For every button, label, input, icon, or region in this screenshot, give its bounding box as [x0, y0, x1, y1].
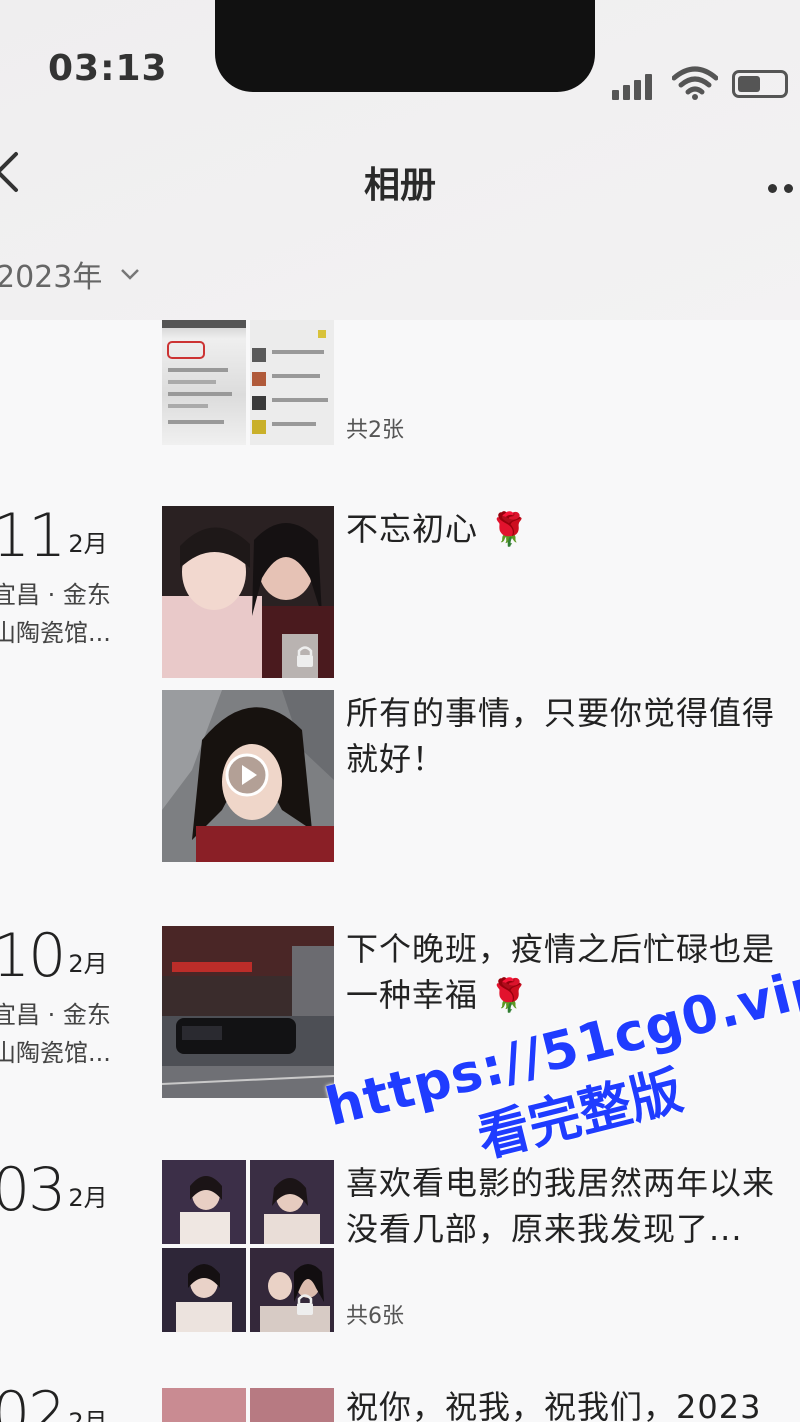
- video-thumbnail[interactable]: [162, 690, 334, 862]
- location-line-1: 宜昌 · 金东: [0, 581, 111, 609]
- post-day: 03: [0, 1155, 66, 1225]
- photo-thumbnail[interactable]: [162, 1248, 246, 1332]
- screenshot-thumbnail[interactable]: [250, 320, 334, 445]
- post-date: 02 2月: [0, 1384, 108, 1422]
- post-month: 2月: [68, 950, 108, 978]
- location-line-1: 宜昌 · 金东: [0, 1001, 111, 1029]
- play-icon[interactable]: [224, 752, 270, 798]
- photo-grid[interactable]: [162, 1388, 334, 1422]
- post-location: 宜昌 · 金东 山陶瓷馆...: [0, 576, 111, 652]
- photo-thumbnail[interactable]: [250, 1248, 334, 1332]
- post-location: 宜昌 · 金东 山陶瓷馆...: [0, 996, 111, 1072]
- location-line-2: 山陶瓷馆...: [0, 1039, 111, 1067]
- photo-thumbnail[interactable]: [162, 926, 334, 1098]
- lock-icon: [297, 646, 313, 667]
- camera-notch: [215, 0, 595, 92]
- photo-thumbnail[interactable]: [162, 1160, 246, 1244]
- post-day: 10: [0, 921, 66, 991]
- post-date: 11 2月 宜昌 · 金东 山陶瓷馆...: [0, 506, 111, 652]
- more-options-icon[interactable]: [762, 182, 800, 196]
- post-month: 2月: [68, 1184, 108, 1212]
- wifi-icon: [672, 66, 718, 100]
- cellular-signal-icon: [612, 72, 662, 100]
- location-line-2: 山陶瓷馆...: [0, 619, 111, 647]
- battery-icon: [732, 70, 788, 98]
- page-title: 相册: [363, 165, 436, 206]
- post-day: 02: [0, 1379, 66, 1422]
- post-caption: 所有的事情，只要你觉得值得就好！: [346, 694, 776, 778]
- photo-count: 共2张: [346, 418, 404, 443]
- photo-thumbnail[interactable]: [162, 506, 334, 678]
- phone-screen: 03:13 相册 2023年 共2张 11 2月 宜昌 · 金东 山陶瓷馆...…: [0, 0, 800, 1422]
- photo-thumbnail[interactable]: [162, 1388, 246, 1422]
- photo-grid[interactable]: [162, 320, 334, 445]
- screenshot-thumbnail[interactable]: [162, 320, 246, 445]
- post-month: 2月: [68, 530, 108, 558]
- year-filter-label: 2023年: [0, 260, 103, 295]
- post-day: 11: [0, 501, 66, 571]
- post-date: 10 2月 宜昌 · 金东 山陶瓷馆...: [0, 926, 111, 1072]
- post-month: 2月: [68, 1408, 108, 1422]
- post-date: 03 2月: [0, 1160, 108, 1220]
- year-filter-dropdown[interactable]: 2023年: [0, 252, 140, 296]
- lock-icon: [297, 1294, 313, 1315]
- photo-grid[interactable]: [162, 1160, 334, 1332]
- post-caption: 不忘初心 🌹: [346, 510, 531, 548]
- status-time: 03:13: [48, 48, 168, 89]
- chevron-down-icon: [121, 269, 140, 280]
- photo-thumbnail[interactable]: [250, 1160, 334, 1244]
- post-caption: 祝你，祝我，祝我们，2023: [346, 1388, 762, 1422]
- photo-thumbnail[interactable]: [250, 1388, 334, 1422]
